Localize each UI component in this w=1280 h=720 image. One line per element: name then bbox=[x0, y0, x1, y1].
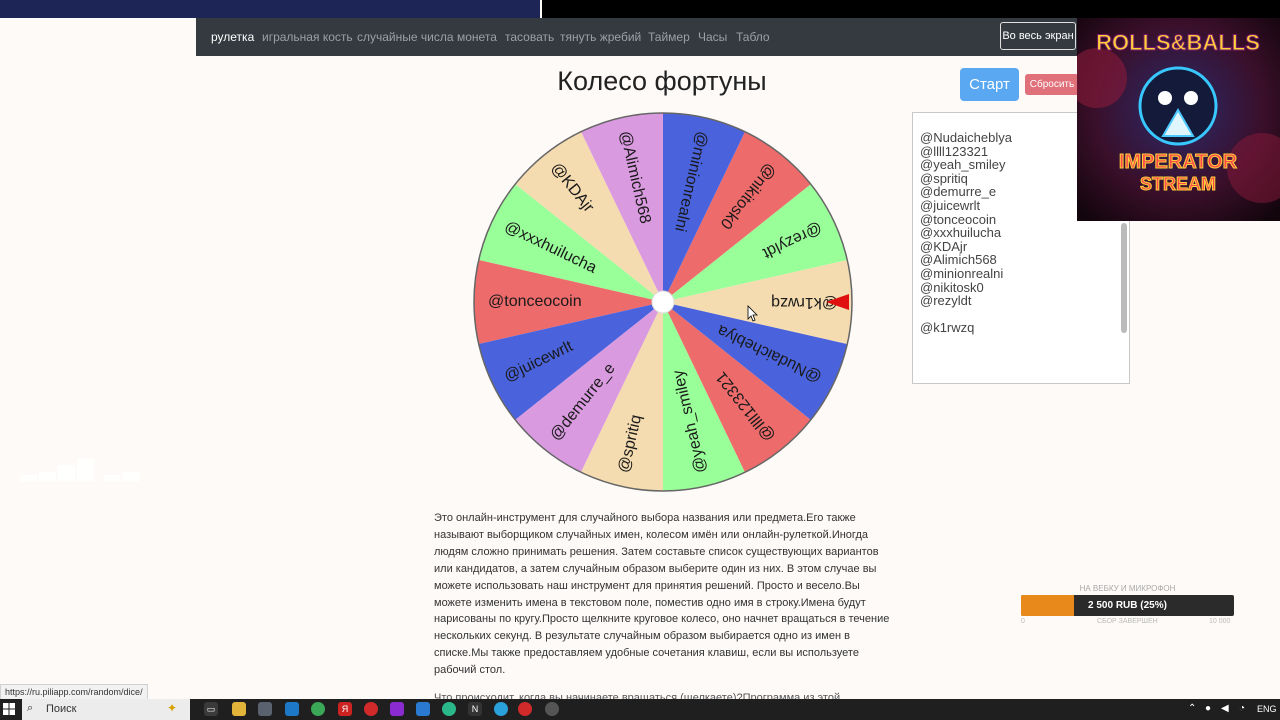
file-explorer-icon[interactable] bbox=[232, 702, 246, 716]
telegram-icon[interactable] bbox=[494, 702, 508, 716]
sparkle-icon: ✦ bbox=[167, 701, 178, 715]
logo-text-2: IMPERATOR bbox=[1119, 151, 1238, 173]
taskbar-search[interactable]: ⌕ Поиск ✦ bbox=[22, 699, 190, 720]
language-indicator[interactable]: ENG bbox=[1257, 704, 1277, 714]
names-list-line: @spritiq bbox=[920, 170, 968, 186]
search-label: Поиск bbox=[46, 703, 77, 715]
microphone-icon[interactable]: ● bbox=[1205, 703, 1211, 714]
task-view-icon[interactable]: ▭ bbox=[204, 702, 218, 716]
donation-progress-bar: 2 500 RUB (25%) bbox=[1021, 595, 1234, 616]
donation-amount: 2 500 RUB (25%) bbox=[1088, 600, 1167, 611]
names-list-line: @demurre_e bbox=[920, 184, 997, 200]
names-list-line: @tonceocoin bbox=[920, 211, 997, 227]
browser-icon[interactable] bbox=[442, 702, 456, 716]
donation-title: НА ВЕБКУ И МИКРОФОН bbox=[1079, 584, 1176, 593]
browser-top-strip-right bbox=[542, 0, 1280, 18]
store-icon[interactable] bbox=[258, 702, 272, 716]
logo-text-1: ROLLS&BALLS bbox=[1096, 30, 1260, 55]
nav-coin[interactable]: монета bbox=[457, 30, 497, 44]
tray-chevron-icon[interactable]: ⌃ bbox=[1188, 703, 1196, 714]
stream-logo: ROLLS&BALLS IMPERATOR STREAM bbox=[1077, 18, 1280, 221]
mail-icon[interactable] bbox=[285, 702, 299, 716]
nav-draw-lots[interactable]: тянуть жребий bbox=[560, 30, 641, 44]
names-list-line: @xxxhuilucha bbox=[920, 225, 1002, 241]
reset-button[interactable]: Сбросить bbox=[1025, 74, 1079, 95]
names-list-line: @k1rwzq bbox=[920, 320, 975, 336]
names-list-line: @llll123321 bbox=[920, 143, 989, 159]
obs-icon[interactable] bbox=[545, 702, 559, 716]
donation-max: 10 000 bbox=[1209, 618, 1231, 625]
browser-top-strip-left bbox=[0, 0, 540, 18]
donation-min: 0 bbox=[1021, 618, 1025, 625]
page-title: Колесо фортуны bbox=[557, 66, 767, 96]
fortune-wheel[interactable]: @rezyldt@nikitosk0@minionrealni@Alimich5… bbox=[472, 111, 862, 495]
nav-clock[interactable]: Часы bbox=[698, 30, 727, 44]
yandex-browser-icon[interactable] bbox=[518, 702, 532, 716]
names-list-line: @rezyldt bbox=[920, 293, 972, 309]
vpn-icon[interactable] bbox=[416, 702, 430, 716]
network-icon[interactable]: ◔ bbox=[1239, 703, 1245, 714]
search-icon: ⌕ bbox=[27, 702, 34, 714]
nav-scoreboard[interactable]: Табло bbox=[736, 30, 770, 44]
volume-icon[interactable]: ◀ bbox=[1221, 703, 1229, 714]
names-list-line: @Alimich568 bbox=[920, 252, 997, 268]
wheel-hub bbox=[651, 290, 675, 314]
nav-dice[interactable]: игральная кость bbox=[262, 30, 353, 44]
wheel-label: @tonceocoin bbox=[488, 293, 582, 310]
names-list-line: @yeah_smiley bbox=[920, 157, 1006, 173]
nav-timer[interactable]: Таймер bbox=[648, 30, 690, 44]
names-list-line: @Nudaicheblya bbox=[920, 130, 1012, 145]
ghost-overlay-text: ▂▃▅▇ ▂▃ bbox=[20, 456, 142, 481]
start-windows-icon[interactable] bbox=[3, 703, 15, 715]
n-app-icon[interactable]: N bbox=[468, 702, 482, 716]
chrome-icon[interactable] bbox=[311, 702, 325, 716]
start-button[interactable]: Старт bbox=[960, 68, 1019, 101]
names-list-line: @nikitosk0 bbox=[920, 279, 984, 295]
names-list-line bbox=[920, 308, 1012, 322]
names-list: @Nudaicheblya @llll123321 @yeah_smiley @spr… bbox=[920, 131, 1012, 335]
donation-status: СБОР ЗАВЕРШЕН bbox=[1097, 618, 1158, 625]
names-list-line: @juicewrlt bbox=[920, 197, 981, 213]
names-list-line: @minionrealni bbox=[920, 265, 1004, 281]
textarea-scrollbar[interactable] bbox=[1121, 223, 1127, 333]
fullscreen-button[interactable]: Во весь экран bbox=[1000, 22, 1076, 50]
nav-roulette[interactable]: рулетка bbox=[211, 30, 254, 44]
nav-random-numbers[interactable]: случайные числа bbox=[357, 30, 454, 44]
nav-shuffle[interactable]: тасовать bbox=[505, 30, 554, 44]
taskbar: ⌕ Поиск ✦ ▭ Я N ⌃ ● ◀ ◔ ENG bbox=[0, 699, 1280, 720]
names-list-line: @KDAjr bbox=[920, 238, 968, 254]
yandex-icon[interactable]: Я bbox=[338, 702, 352, 716]
logo-text-3: STREAM bbox=[1140, 174, 1216, 194]
app-icon[interactable] bbox=[390, 702, 404, 716]
description-text: Это онлайн-инструмент для случайного выб… bbox=[434, 512, 890, 677]
opera-icon[interactable] bbox=[364, 702, 378, 716]
